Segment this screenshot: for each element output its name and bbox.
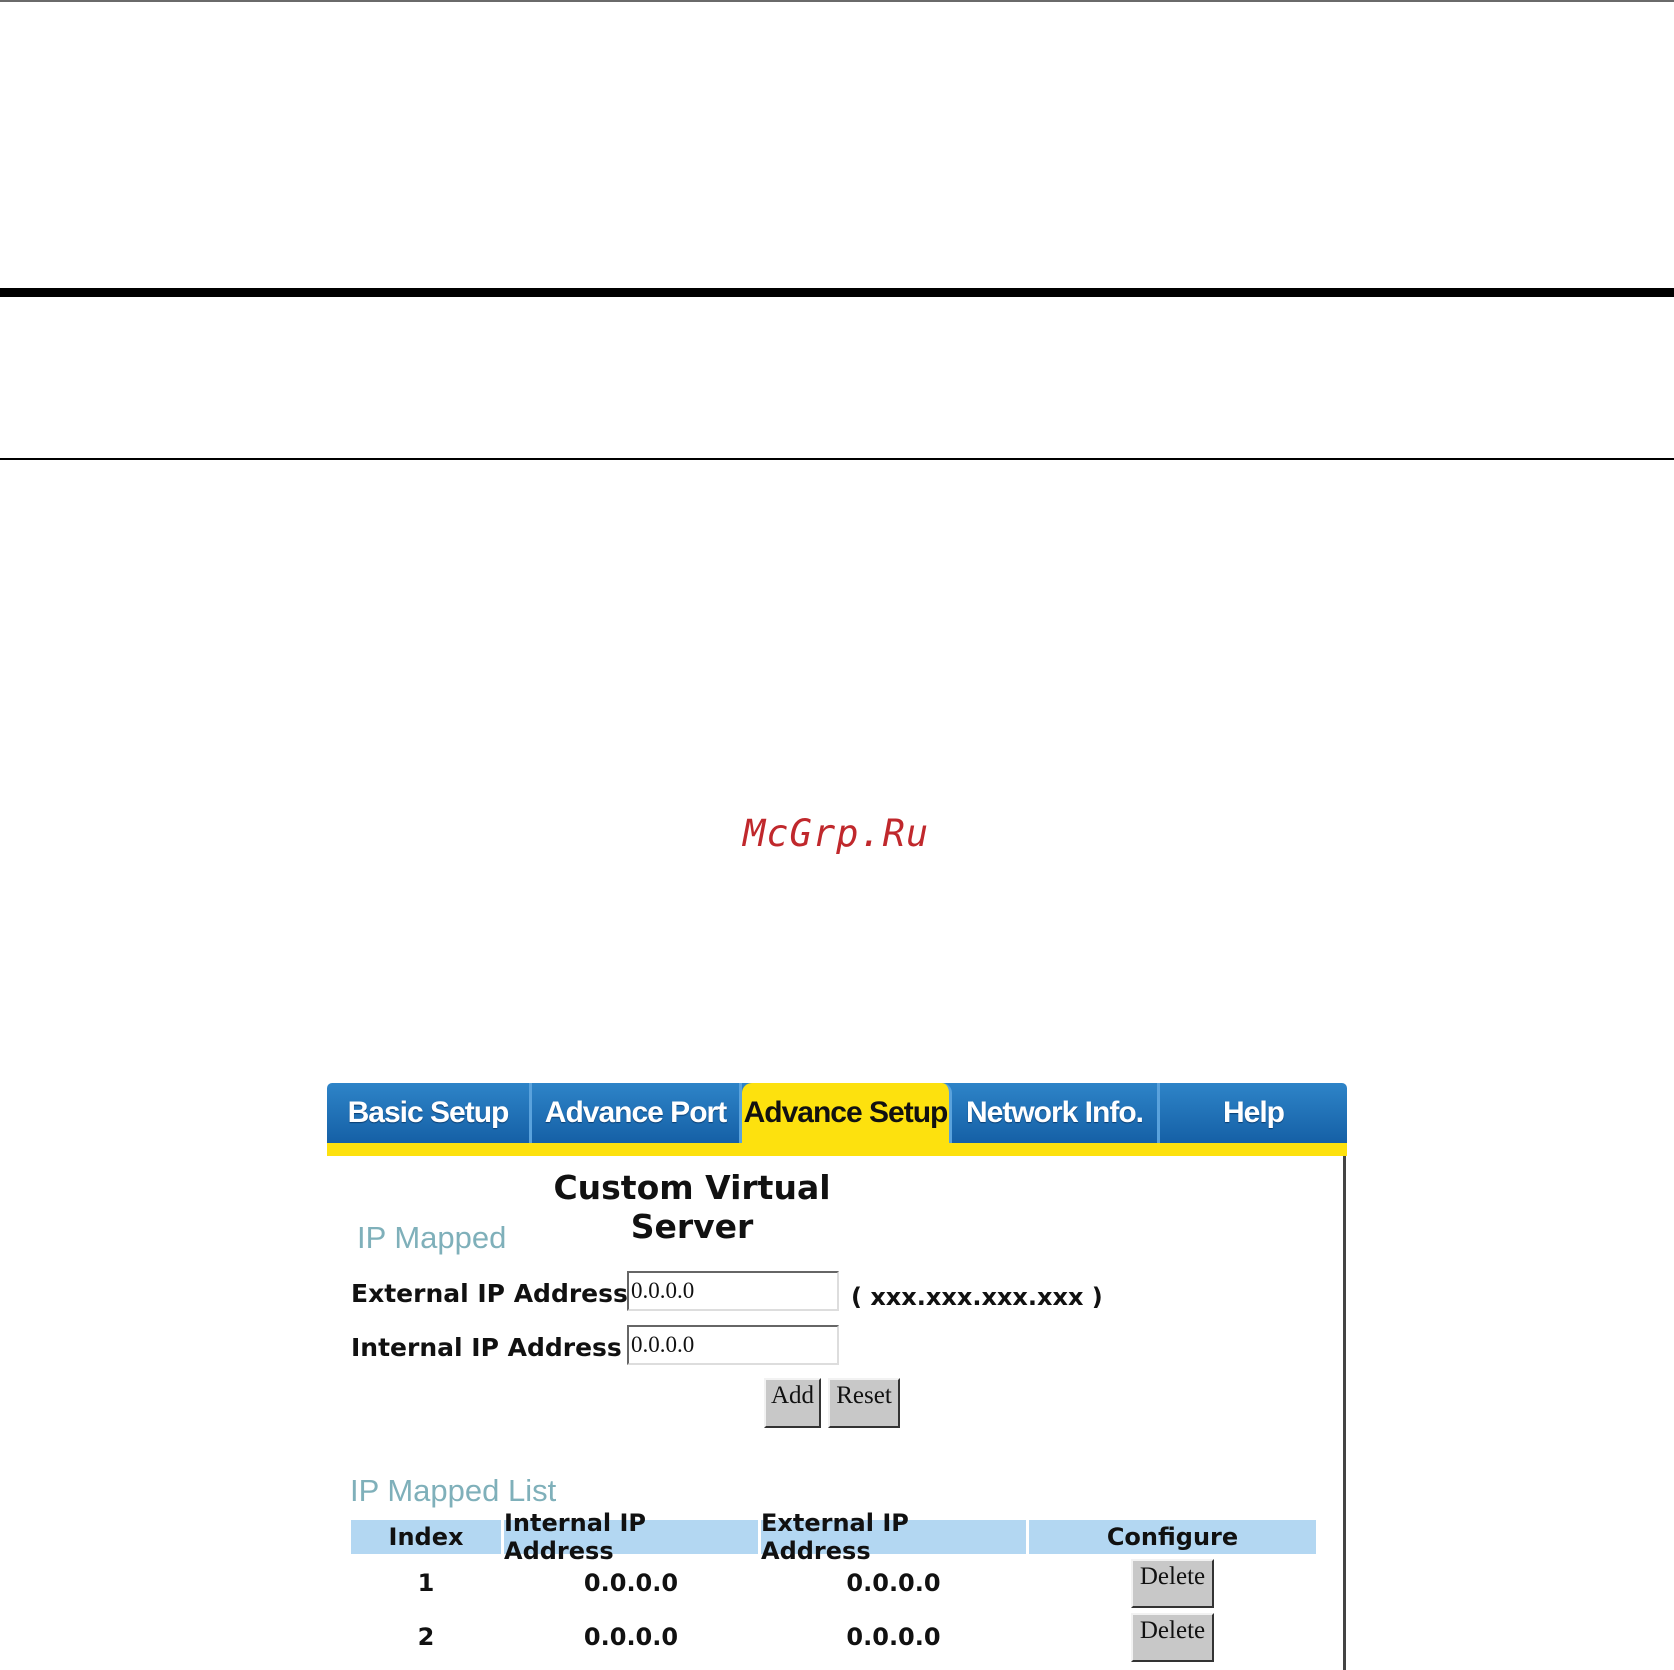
row-external-ip: 0.0.0.0	[846, 1569, 941, 1597]
add-button[interactable]: Add	[764, 1378, 821, 1428]
tab-advance-setup[interactable]: Advance Setup	[742, 1083, 952, 1143]
tab-advance-port[interactable]: Advance Port	[532, 1083, 742, 1143]
page-title: Custom Virtual Server	[553, 1168, 831, 1246]
header-rule-thin	[0, 458, 1674, 460]
delete-button[interactable]: Delete	[1131, 1559, 1214, 1608]
reset-button[interactable]: Reset	[828, 1378, 900, 1428]
row-internal-ip: 0.0.0.0	[583, 1623, 679, 1651]
column-header-external-ip: External IP Address	[761, 1509, 1026, 1565]
column-header-index: Index	[351, 1520, 501, 1554]
header-rule-thick	[0, 288, 1674, 297]
tab-network-info[interactable]: Network Info.	[952, 1083, 1160, 1143]
external-ip-input[interactable]	[627, 1271, 839, 1311]
column-header-configure: Configure	[1029, 1520, 1316, 1554]
external-ip-label: External IP Address	[351, 1279, 628, 1308]
ip-mapped-section-title: IP Mapped	[357, 1220, 507, 1255]
tab-basic-setup[interactable]: Basic Setup	[327, 1083, 532, 1143]
ip-format-hint: ( xxx.xxx.xxx.xxx )	[851, 1283, 1103, 1311]
watermark: McGrp.Ru	[743, 812, 930, 855]
delete-button[interactable]: Delete	[1131, 1613, 1214, 1662]
panel-right-border	[1343, 1156, 1346, 1670]
top-rule	[0, 0, 1674, 2]
row-index: 1	[417, 1569, 435, 1597]
tab-underline-bar	[327, 1143, 1347, 1156]
row-index: 2	[417, 1623, 435, 1651]
table-row: 1 0.0.0.0 0.0.0.0 Delete	[351, 1559, 1316, 1609]
table-row: 2 0.0.0.0 0.0.0.0 Delete	[351, 1613, 1316, 1663]
internal-ip-input[interactable]	[627, 1325, 839, 1365]
tab-bar: Basic Setup Advance Port Advance Setup N…	[327, 1083, 1347, 1143]
tab-help[interactable]: Help	[1160, 1083, 1347, 1143]
ip-mapped-list-title: IP Mapped List	[350, 1473, 557, 1508]
column-header-internal-ip: Internal IP Address	[504, 1509, 758, 1565]
row-external-ip: 0.0.0.0	[846, 1623, 941, 1651]
row-internal-ip: 0.0.0.0	[583, 1569, 679, 1597]
router-config-panel: Basic Setup Advance Port Advance Setup N…	[327, 1083, 1347, 1670]
internal-ip-label: Internal IP Address	[351, 1333, 622, 1362]
table-header: Index Internal IP Address External IP Ad…	[351, 1509, 1316, 1565]
